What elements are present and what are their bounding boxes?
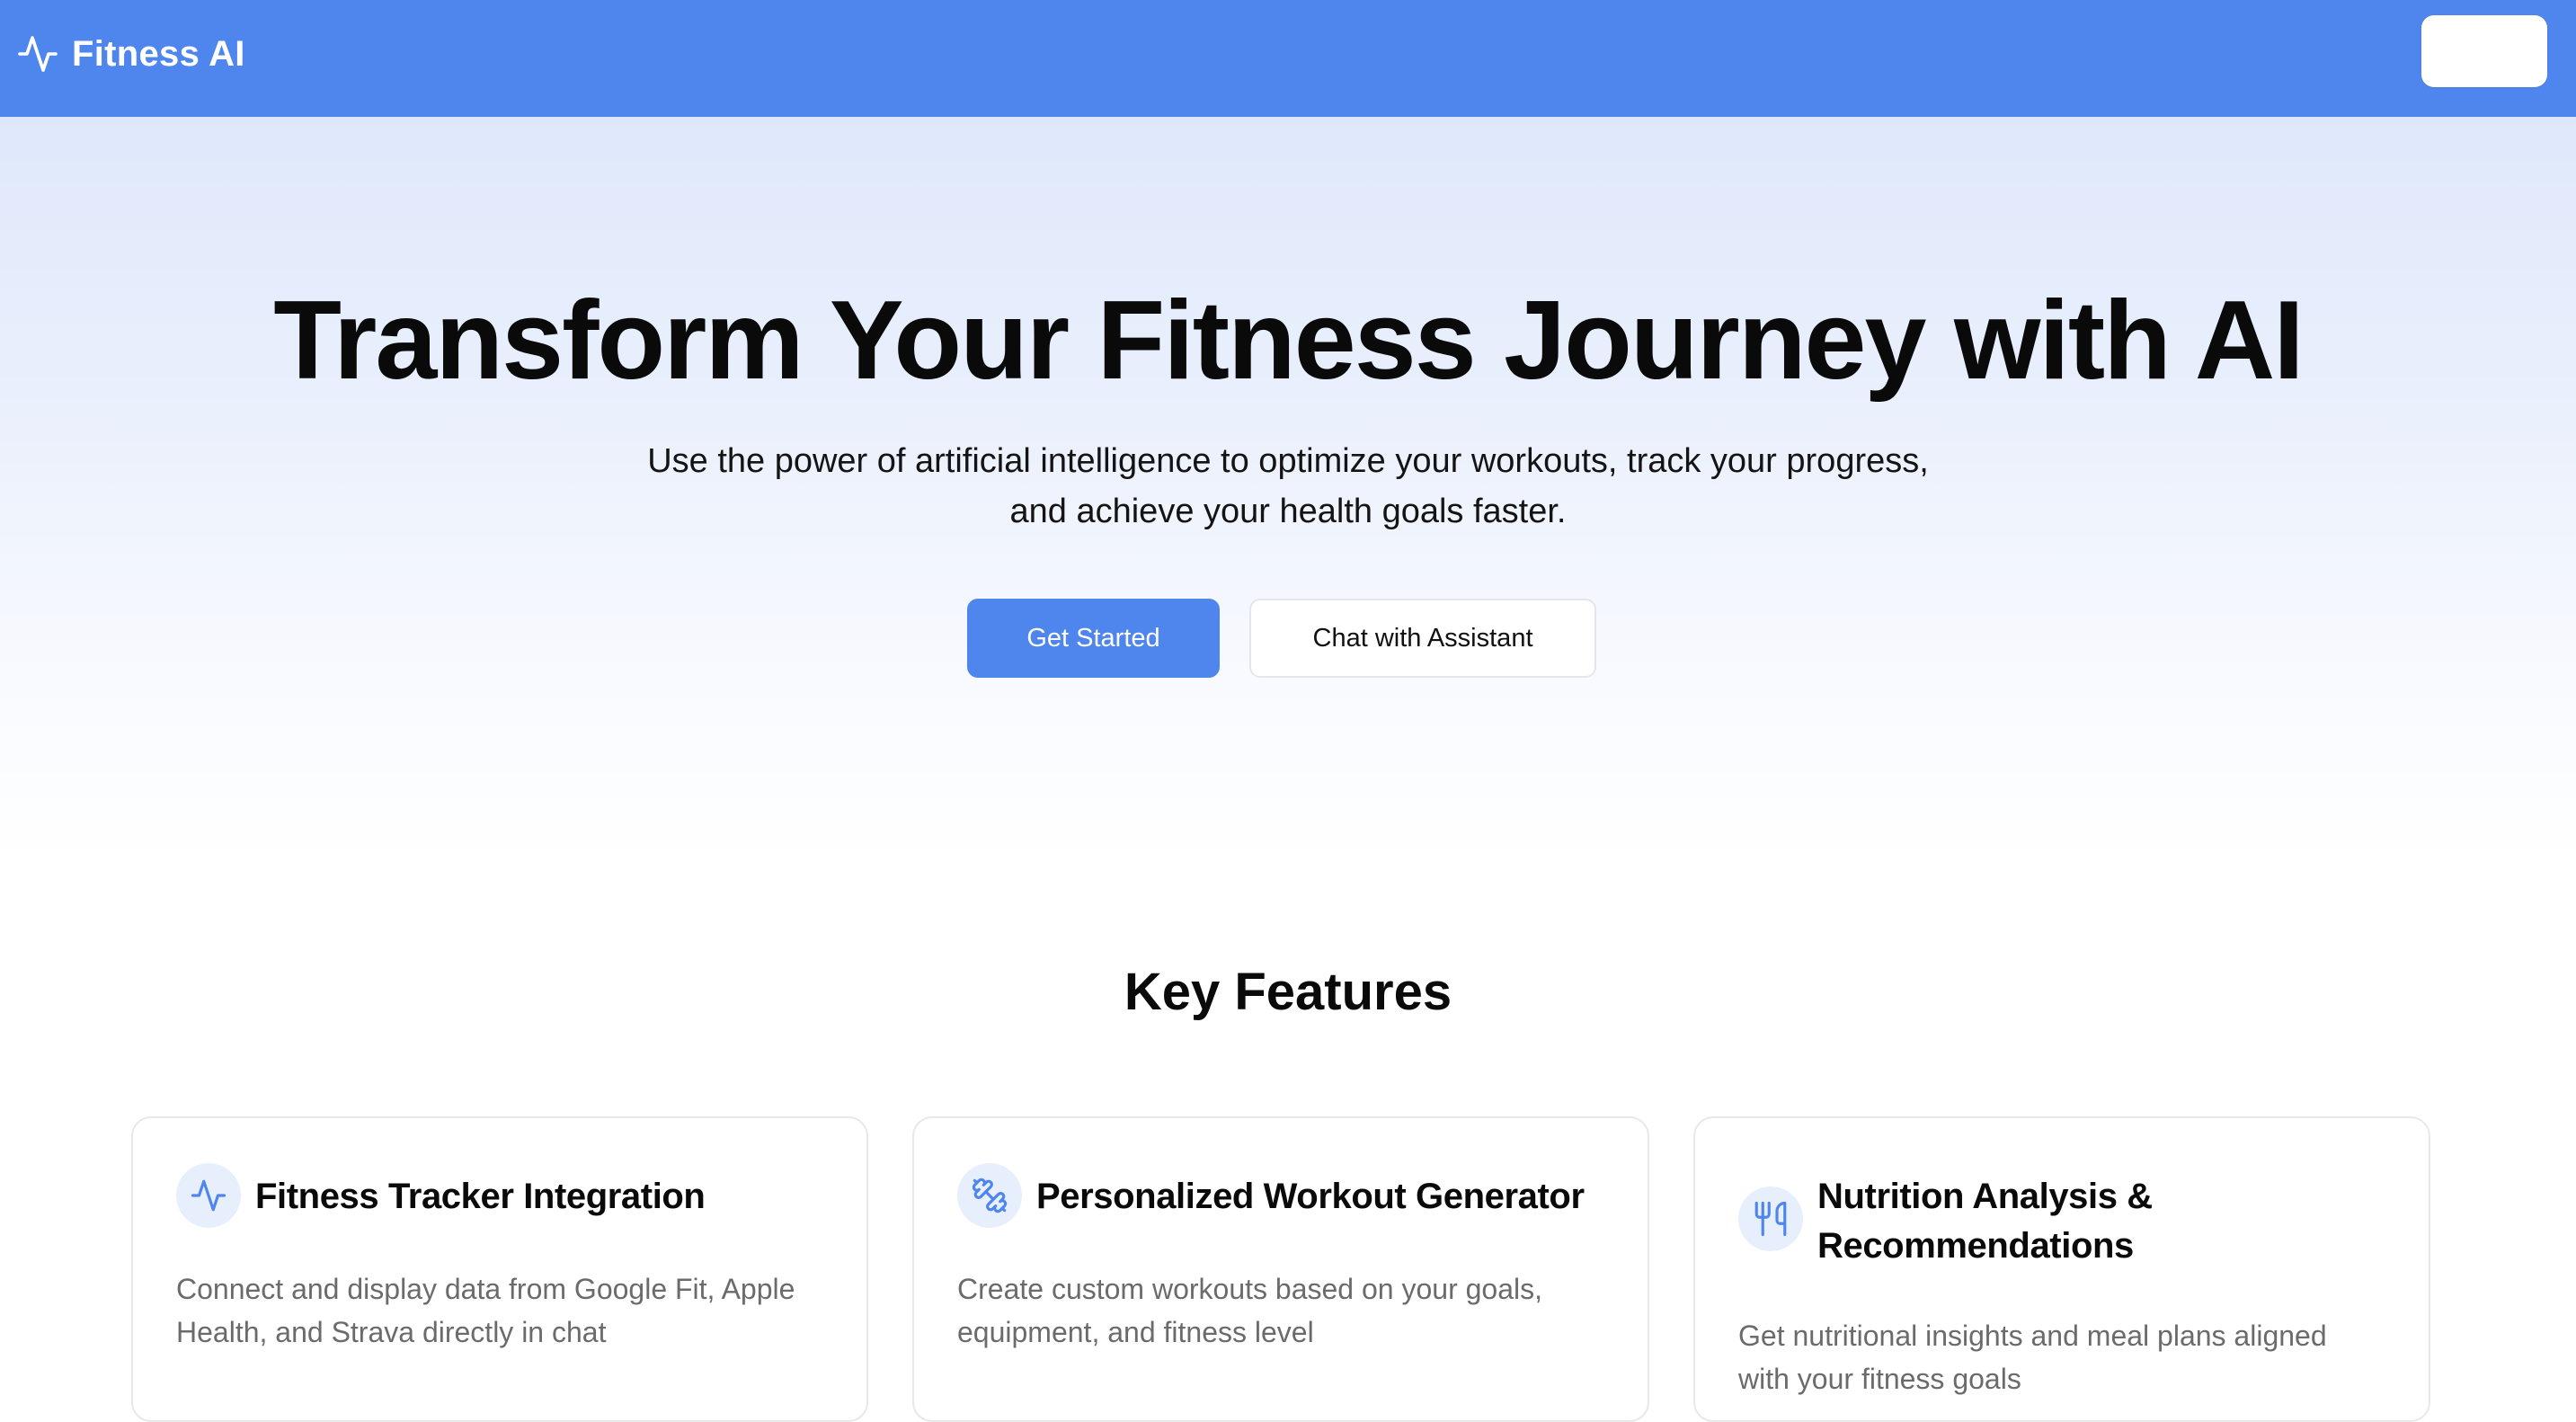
feature-card-workout-generator[interactable]: Personalized Workout Generator Create cu…	[912, 1116, 1649, 1422]
header-action-button[interactable]	[2421, 15, 2547, 87]
chat-with-assistant-button[interactable]: Chat with Assistant	[1249, 599, 1596, 678]
feature-card-description: Get nutritional insights and meal plans …	[1738, 1314, 2394, 1400]
top-nav-bar: Fitness AI	[0, 0, 2576, 117]
feature-card-title-line: Nutrition Analysis &	[1817, 1177, 2153, 1216]
feature-icon-badge	[957, 1163, 1022, 1228]
hero-section: Transform Your Fitness Journey with AI U…	[0, 117, 2576, 863]
feature-card-title-line: Fitness Tracker Integration	[255, 1177, 706, 1216]
dumbbell-icon	[972, 1178, 1008, 1213]
feature-card-description: Create custom workouts based on your goa…	[957, 1267, 1613, 1354]
hero-subtitle-line-2: and achieve your health goals faster.	[1009, 493, 1567, 530]
feature-card-nutrition[interactable]: Nutrition Analysis & Recommendations Get…	[1693, 1116, 2430, 1422]
feature-icon-badge	[1738, 1186, 1803, 1251]
hero-subtitle: Use the power of artificial intelligence…	[569, 436, 2007, 537]
activity-pulse-icon	[18, 36, 58, 72]
feature-icon-badge	[176, 1163, 241, 1228]
feature-card-title-line: Personalized Workout Generator	[1036, 1177, 1585, 1216]
get-started-button[interactable]: Get Started	[967, 599, 1220, 678]
hero-title: Transform Your Fitness Journey with AI	[273, 279, 2304, 403]
brand-name: Fitness AI	[72, 33, 245, 74]
feature-card-description-line: Get nutritional insights and meal plans …	[1738, 1320, 2327, 1352]
feature-card-title: Nutrition Analysis & Recommendations	[1817, 1172, 2153, 1271]
feature-card-description-line: with your fitness goals	[1738, 1363, 2021, 1395]
feature-card-fitness-tracker[interactable]: Fitness Tracker Integration Connect and …	[131, 1116, 868, 1422]
utensils-icon	[1754, 1201, 1787, 1237]
feature-card-description-line: Connect and display data from Google Fit…	[176, 1273, 795, 1305]
feature-card-description: Connect and display data from Google Fit…	[176, 1267, 832, 1354]
feature-card-title-line: Recommendations	[1817, 1226, 2134, 1266]
features-heading: Key Features	[1124, 963, 1452, 1021]
feature-card-description-line: Health, and Strava directly in chat	[176, 1316, 607, 1348]
feature-card-title: Fitness Tracker Integration	[255, 1172, 706, 1222]
feature-card-description-line: equipment, and fitness level	[957, 1316, 1314, 1348]
feature-card-title: Personalized Workout Generator	[1036, 1172, 1585, 1222]
activity-pulse-icon	[191, 1179, 227, 1212]
brand-logo[interactable]: Fitness AI	[16, 27, 245, 81]
hero-subtitle-line-1: Use the power of artificial intelligence…	[647, 442, 1929, 480]
feature-card-description-line: Create custom workouts based on your goa…	[957, 1273, 1542, 1305]
